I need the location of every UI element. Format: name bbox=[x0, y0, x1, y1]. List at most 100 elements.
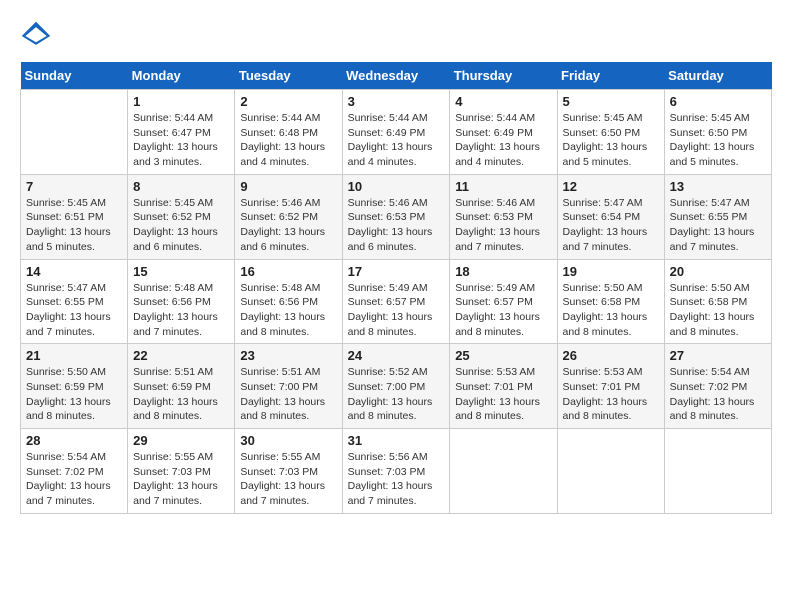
day-detail: Sunrise: 5:44 AMSunset: 6:47 PMDaylight:… bbox=[133, 111, 229, 170]
day-number: 5 bbox=[563, 94, 659, 109]
calendar-cell: 8 Sunrise: 5:45 AMSunset: 6:52 PMDaylight… bbox=[128, 174, 235, 259]
day-number: 30 bbox=[240, 433, 336, 448]
calendar-cell: 6Sunrise: 5:45 AMSunset: 6:50 PMDaylight… bbox=[664, 90, 771, 175]
calendar-cell: 25 Sunrise: 5:53 AMSunset: 7:01 PMDayligh… bbox=[450, 344, 557, 429]
calendar-week-1: 1 Sunrise: 5:44 AMSunset: 6:47 PMDaylight… bbox=[21, 90, 772, 175]
calendar-cell: 20 Sunrise: 5:50 AMSunset: 6:58 PMDayligh… bbox=[664, 259, 771, 344]
calendar-cell: 13 Sunrise: 5:47 AMSunset: 6:55 PMDayligh… bbox=[664, 174, 771, 259]
day-detail: Sunrise: 5:49 AMSunset: 6:57 PMDaylight:… bbox=[348, 281, 445, 340]
day-number: 16 bbox=[240, 264, 336, 279]
day-number: 10 bbox=[348, 179, 445, 194]
calendar-cell: 4Sunrise: 5:44 AMSunset: 6:49 PMDaylight… bbox=[450, 90, 557, 175]
day-detail: Sunrise: 5:50 AMSunset: 6:58 PMDaylight:… bbox=[563, 281, 659, 340]
day-number: 23 bbox=[240, 348, 336, 363]
calendar-cell: 23 Sunrise: 5:51 AMSunset: 7:00 PMDayligh… bbox=[235, 344, 342, 429]
day-detail: Sunrise: 5:44 AMSunset: 6:49 PMDaylight:… bbox=[455, 111, 551, 170]
calendar-cell: 3Sunrise: 5:44 AMSunset: 6:49 PMDaylight… bbox=[342, 90, 450, 175]
day-number: 27 bbox=[670, 348, 766, 363]
day-number: 18 bbox=[455, 264, 551, 279]
calendar-cell: 16 Sunrise: 5:48 AMSunset: 6:56 PMDayligh… bbox=[235, 259, 342, 344]
day-detail: Sunrise: 5:48 AMSunset: 6:56 PMDaylight:… bbox=[240, 281, 336, 340]
day-number: 21 bbox=[26, 348, 122, 363]
calendar-cell: 22Sunrise: 5:51 AMSunset: 6:59 PMDayligh… bbox=[128, 344, 235, 429]
day-header-sunday: Sunday bbox=[21, 62, 128, 90]
calendar-cell: 31 Sunrise: 5:56 AMSunset: 7:03 PMDayligh… bbox=[342, 429, 450, 514]
day-header-saturday: Saturday bbox=[664, 62, 771, 90]
day-detail: Sunrise: 5:46 AMSunset: 6:53 PMDaylight:… bbox=[455, 196, 551, 255]
calendar-cell: 30Sunrise: 5:55 AMSunset: 7:03 PMDayligh… bbox=[235, 429, 342, 514]
day-number: 17 bbox=[348, 264, 445, 279]
day-detail: Sunrise: 5:45 AMSunset: 6:51 PMDaylight:… bbox=[26, 196, 122, 255]
day-number: 1 bbox=[133, 94, 229, 109]
day-number: 12 bbox=[563, 179, 659, 194]
day-detail: Sunrise: 5:52 AMSunset: 7:00 PMDaylight:… bbox=[348, 365, 445, 424]
day-number: 8 bbox=[133, 179, 229, 194]
day-detail: Sunrise: 5:54 AMSunset: 7:02 PMDaylight:… bbox=[670, 365, 766, 424]
calendar-cell: 11 Sunrise: 5:46 AMSunset: 6:53 PMDayligh… bbox=[450, 174, 557, 259]
calendar-week-2: 7 Sunrise: 5:45 AMSunset: 6:51 PMDaylight… bbox=[21, 174, 772, 259]
calendar-cell: 15 Sunrise: 5:48 AMSunset: 6:56 PMDayligh… bbox=[128, 259, 235, 344]
day-number: 19 bbox=[563, 264, 659, 279]
day-detail: Sunrise: 5:47 AMSunset: 6:55 PMDaylight:… bbox=[26, 281, 122, 340]
calendar-cell: 12 Sunrise: 5:47 AMSunset: 6:54 PMDayligh… bbox=[557, 174, 664, 259]
day-detail: Sunrise: 5:47 AMSunset: 6:54 PMDaylight:… bbox=[563, 196, 659, 255]
calendar-cell: 17 Sunrise: 5:49 AMSunset: 6:57 PMDayligh… bbox=[342, 259, 450, 344]
day-header-tuesday: Tuesday bbox=[235, 62, 342, 90]
day-detail: Sunrise: 5:53 AMSunset: 7:01 PMDaylight:… bbox=[455, 365, 551, 424]
calendar-cell bbox=[450, 429, 557, 514]
calendar-cell: 1 Sunrise: 5:44 AMSunset: 6:47 PMDaylight… bbox=[128, 90, 235, 175]
calendar-cell: 26 Sunrise: 5:53 AMSunset: 7:01 PMDayligh… bbox=[557, 344, 664, 429]
day-number: 26 bbox=[563, 348, 659, 363]
calendar-header-row: SundayMondayTuesdayWednesdayThursdayFrid… bbox=[21, 62, 772, 90]
day-number: 2 bbox=[240, 94, 336, 109]
day-detail: Sunrise: 5:44 AMSunset: 6:49 PMDaylight:… bbox=[348, 111, 445, 170]
calendar-cell: 7 Sunrise: 5:45 AMSunset: 6:51 PMDaylight… bbox=[21, 174, 128, 259]
logo-icon bbox=[20, 20, 52, 52]
day-number: 7 bbox=[26, 179, 122, 194]
day-number: 9 bbox=[240, 179, 336, 194]
day-detail: Sunrise: 5:53 AMSunset: 7:01 PMDaylight:… bbox=[563, 365, 659, 424]
calendar-cell: 10Sunrise: 5:46 AMSunset: 6:53 PMDayligh… bbox=[342, 174, 450, 259]
day-detail: Sunrise: 5:56 AMSunset: 7:03 PMDaylight:… bbox=[348, 450, 445, 509]
calendar-cell: 29 Sunrise: 5:55 AMSunset: 7:03 PMDayligh… bbox=[128, 429, 235, 514]
day-header-thursday: Thursday bbox=[450, 62, 557, 90]
calendar-cell: 14 Sunrise: 5:47 AMSunset: 6:55 PMDayligh… bbox=[21, 259, 128, 344]
day-header-friday: Friday bbox=[557, 62, 664, 90]
day-detail: Sunrise: 5:48 AMSunset: 6:56 PMDaylight:… bbox=[133, 281, 229, 340]
day-detail: Sunrise: 5:46 AMSunset: 6:52 PMDaylight:… bbox=[240, 196, 336, 255]
calendar-week-4: 21 Sunrise: 5:50 AMSunset: 6:59 PMDayligh… bbox=[21, 344, 772, 429]
calendar-cell: 18 Sunrise: 5:49 AMSunset: 6:57 PMDayligh… bbox=[450, 259, 557, 344]
calendar-week-5: 28 Sunrise: 5:54 AMSunset: 7:02 PMDayligh… bbox=[21, 429, 772, 514]
day-detail: Sunrise: 5:51 AMSunset: 7:00 PMDaylight:… bbox=[240, 365, 336, 424]
day-detail: Sunrise: 5:55 AMSunset: 7:03 PMDaylight:… bbox=[133, 450, 229, 509]
day-number: 13 bbox=[670, 179, 766, 194]
day-detail: Sunrise: 5:45 AMSunset: 6:50 PMDaylight:… bbox=[563, 111, 659, 170]
day-detail: Sunrise: 5:49 AMSunset: 6:57 PMDaylight:… bbox=[455, 281, 551, 340]
day-detail: Sunrise: 5:50 AMSunset: 6:58 PMDaylight:… bbox=[670, 281, 766, 340]
calendar-cell: 9 Sunrise: 5:46 AMSunset: 6:52 PMDaylight… bbox=[235, 174, 342, 259]
calendar-cell: 21 Sunrise: 5:50 AMSunset: 6:59 PMDayligh… bbox=[21, 344, 128, 429]
day-detail: Sunrise: 5:44 AMSunset: 6:48 PMDaylight:… bbox=[240, 111, 336, 170]
calendar-cell: 2 Sunrise: 5:44 AMSunset: 6:48 PMDaylight… bbox=[235, 90, 342, 175]
calendar-cell: 5 Sunrise: 5:45 AMSunset: 6:50 PMDaylight… bbox=[557, 90, 664, 175]
calendar-cell: 24 Sunrise: 5:52 AMSunset: 7:00 PMDayligh… bbox=[342, 344, 450, 429]
calendar-cell bbox=[664, 429, 771, 514]
day-number: 11 bbox=[455, 179, 551, 194]
day-number: 25 bbox=[455, 348, 551, 363]
day-detail: Sunrise: 5:45 AMSunset: 6:52 PMDaylight:… bbox=[133, 196, 229, 255]
day-number: 28 bbox=[26, 433, 122, 448]
day-number: 31 bbox=[348, 433, 445, 448]
day-number: 15 bbox=[133, 264, 229, 279]
day-number: 24 bbox=[348, 348, 445, 363]
calendar-cell bbox=[21, 90, 128, 175]
day-number: 14 bbox=[26, 264, 122, 279]
day-number: 29 bbox=[133, 433, 229, 448]
day-detail: Sunrise: 5:50 AMSunset: 6:59 PMDaylight:… bbox=[26, 365, 122, 424]
day-detail: Sunrise: 5:47 AMSunset: 6:55 PMDaylight:… bbox=[670, 196, 766, 255]
page-header bbox=[20, 20, 772, 52]
calendar-table: SundayMondayTuesdayWednesdayThursdayFrid… bbox=[20, 62, 772, 514]
day-header-monday: Monday bbox=[128, 62, 235, 90]
day-detail: Sunrise: 5:54 AMSunset: 7:02 PMDaylight:… bbox=[26, 450, 122, 509]
day-number: 20 bbox=[670, 264, 766, 279]
day-number: 22 bbox=[133, 348, 229, 363]
